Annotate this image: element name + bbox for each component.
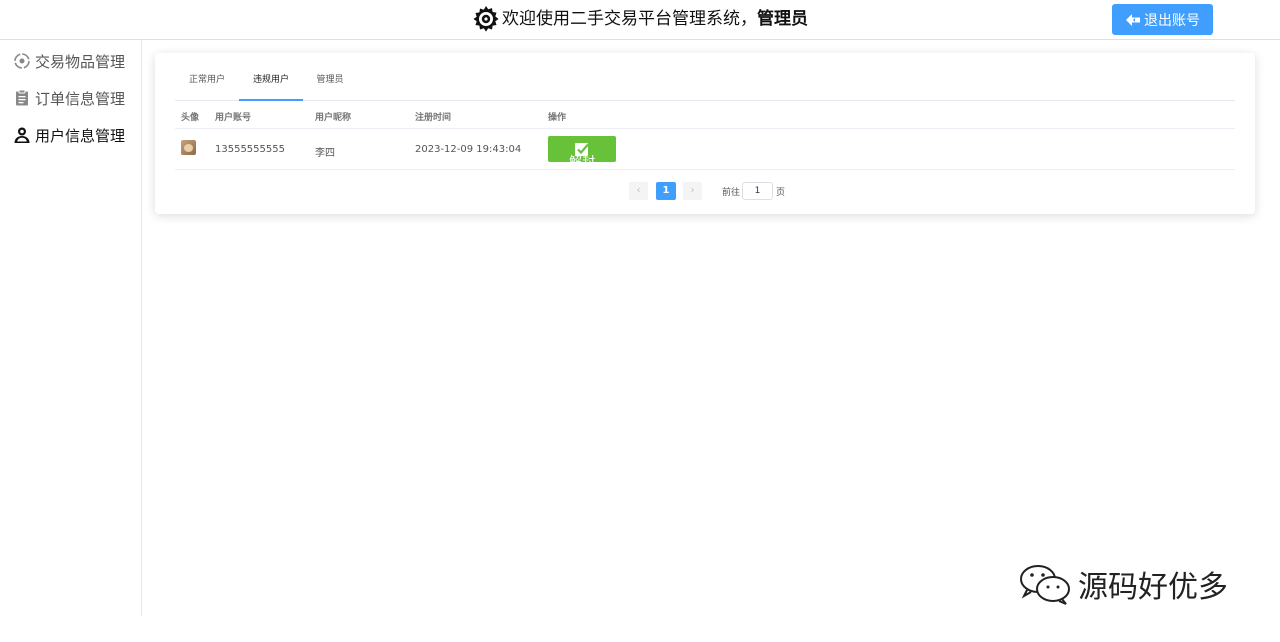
avatar xyxy=(181,140,196,155)
wechat-icon xyxy=(1020,565,1070,605)
pagination: ‹ 1 › 前往 页 xyxy=(155,181,1255,201)
user-management-card: 正常用户 违规用户 管理员 头像 用户账号 用户昵称 注册时间 操作 13555… xyxy=(155,53,1255,214)
sidebar-item-label: 用户信息管理 xyxy=(35,126,126,145)
sidebar-item-label: 交易物品管理 xyxy=(35,52,126,71)
col-registered: 注册时间 xyxy=(415,113,452,123)
cell-registered: 2023-12-09 19:43:04 xyxy=(415,144,522,155)
sidebar: 交易物品管理 订单信息管理 用户信息管理 xyxy=(0,40,142,616)
user-tabs: 正常用户 违规用户 管理员 xyxy=(175,67,1235,101)
sidebar-item-users[interactable]: 用户信息管理 xyxy=(13,123,125,147)
sidebar-item-label: 订单信息管理 xyxy=(35,89,126,108)
users-table: 头像 用户账号 用户昵称 注册时间 操作 13555555555 李四 2023… xyxy=(175,101,1235,170)
goto-page-input[interactable] xyxy=(742,182,773,200)
logout-button[interactable]: 退出账号 xyxy=(1112,4,1213,35)
table-header: 头像 用户账号 用户昵称 注册时间 操作 xyxy=(175,101,1235,129)
col-account: 用户账号 xyxy=(215,113,252,123)
item-icon xyxy=(14,53,30,69)
unban-button[interactable]: 解封 xyxy=(548,136,616,170)
col-action: 操作 xyxy=(548,113,567,123)
clipboard-icon xyxy=(16,89,28,106)
logout-icon xyxy=(1126,13,1140,26)
col-nickname: 用户昵称 xyxy=(315,113,352,123)
table-row: 13555555555 李四 2023-12-09 19:43:04 解封 xyxy=(175,129,1235,170)
cell-account: 13555555555 xyxy=(215,144,285,155)
sidebar-item-orders[interactable]: 订单信息管理 xyxy=(13,86,125,110)
top-header: 欢迎使用二手交易平台管理系统，管理员 退出账号 xyxy=(0,0,1280,40)
tab-normal-users[interactable]: 正常用户 xyxy=(187,67,227,101)
gear-icon xyxy=(473,6,499,32)
prev-page-button[interactable]: ‹ xyxy=(629,182,648,200)
user-icon xyxy=(14,127,30,143)
watermark: 源码好优多 xyxy=(1018,562,1228,606)
col-avatar: 头像 xyxy=(181,113,200,123)
goto-prefix: 前往 xyxy=(722,188,741,198)
title-prefix: 欢迎使用二手交易平台管理系统， xyxy=(502,9,757,29)
tab-admins[interactable]: 管理员 xyxy=(315,67,345,101)
unban-label: 解封 xyxy=(568,155,595,170)
sidebar-item-items[interactable]: 交易物品管理 xyxy=(13,49,125,73)
user-role: 管理员 xyxy=(757,9,808,29)
goto-suffix: 页 xyxy=(776,188,786,198)
page-title: 欢迎使用二手交易平台管理系统，管理员 xyxy=(0,5,1280,33)
logout-label: 退出账号 xyxy=(1144,12,1200,29)
next-page-button[interactable]: › xyxy=(683,182,702,200)
page-number-current[interactable]: 1 xyxy=(656,182,676,200)
cell-nickname: 李四 xyxy=(315,148,335,159)
tab-banned-users[interactable]: 违规用户 xyxy=(239,67,303,101)
watermark-text: 源码好优多 xyxy=(1078,570,1228,605)
